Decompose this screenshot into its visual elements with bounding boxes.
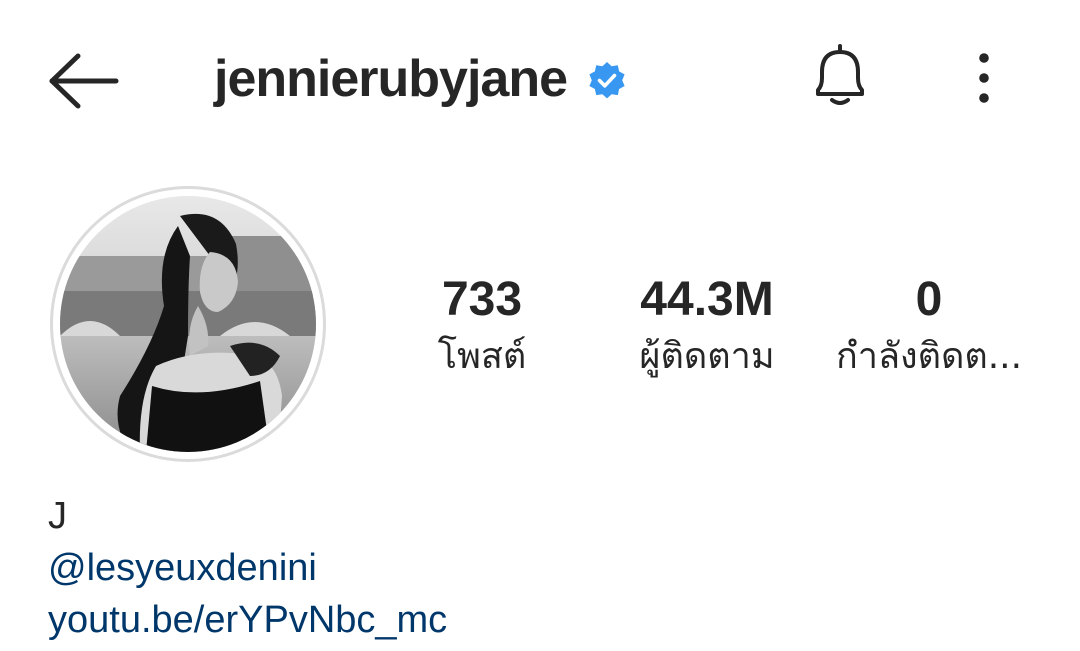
posts-count: 733 xyxy=(441,273,523,326)
followers-count: 44.3M xyxy=(640,273,774,326)
header-title-group: jennierubyjane xyxy=(214,44,627,114)
verified-badge-icon xyxy=(589,62,625,99)
bio-name: J xyxy=(48,495,67,537)
following-label: กำลังติดต... xyxy=(835,336,1023,377)
arrow-left-icon xyxy=(49,53,119,109)
more-vertical-icon xyxy=(979,53,989,103)
followers-label: ผู้ติดตาม xyxy=(639,336,775,377)
back-button[interactable] xyxy=(44,46,124,116)
notifications-button[interactable] xyxy=(804,40,876,112)
profile-header: jennierubyjane xyxy=(0,0,1080,160)
stat-followers[interactable]: 44.3M ผู้ติดตาม xyxy=(612,272,802,386)
bio-mention-link[interactable]: @lesyeuxdenini xyxy=(48,542,447,594)
profile-photo xyxy=(60,196,316,452)
following-count: 0 xyxy=(915,273,943,326)
bio-website-link[interactable]: youtu.be/erYPvNbc_mc xyxy=(48,594,447,646)
bell-icon xyxy=(816,44,864,105)
stat-posts[interactable]: 733 โพสต์ xyxy=(412,272,552,386)
stat-following[interactable]: 0 กำลังติดต... xyxy=(822,272,1036,386)
profile-avatar[interactable] xyxy=(50,186,326,462)
posts-label: โพสต์ xyxy=(437,336,527,377)
profile-bio: J @lesyeuxdenini youtu.be/erYPvNbc_mc xyxy=(48,490,447,646)
username-title: jennierubyjane xyxy=(214,50,568,108)
more-options-button[interactable] xyxy=(964,44,1004,114)
